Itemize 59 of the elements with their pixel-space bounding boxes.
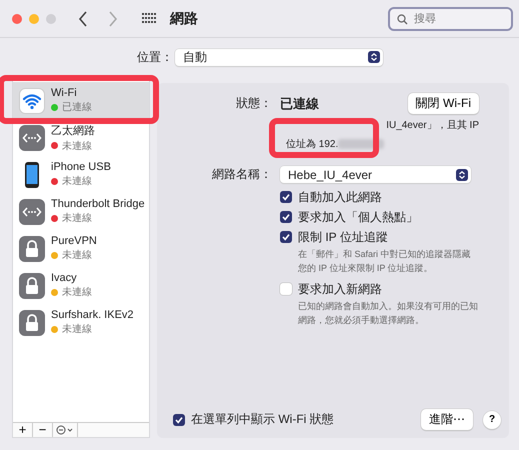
network-status: 未連線 — [62, 212, 92, 225]
stepper-icon — [456, 168, 468, 180]
lock-icon — [19, 272, 45, 298]
stepper-icon — [368, 51, 380, 63]
checkbox[interactable] — [280, 231, 292, 243]
network-name: PureVPN — [51, 235, 97, 247]
checkbox[interactable] — [173, 414, 185, 426]
network-name: Surfshark. IKEv2 — [51, 309, 134, 321]
close-button[interactable] — [12, 14, 22, 24]
status-description: IU_4ever」，且其 IP — [385, 118, 479, 132]
wifi-icon — [19, 88, 45, 114]
network-item[interactable]: Thunderbolt Bridge 未連線 — [13, 193, 149, 230]
network-name: Thunderbolt Bridge — [51, 198, 145, 210]
network-status: 未連線 — [62, 286, 92, 299]
location-dropdown[interactable]: 自動 — [175, 48, 383, 66]
lock-icon — [19, 310, 45, 336]
network-item[interactable]: Wi-Fi 已連線 — [13, 82, 149, 119]
status-value: 已連線 — [280, 94, 319, 112]
checkbox-label: 要求加入「個人熱點」 — [298, 208, 418, 226]
checkbox[interactable] — [280, 191, 292, 203]
checkbox-label: 在選單列中顯示 Wi-Fi 狀態 — [191, 411, 334, 428]
window-title: 網路 — [170, 10, 198, 28]
network-name: Wi-Fi — [51, 87, 78, 99]
network-item[interactable]: 乙太網路 未連線 — [13, 119, 149, 156]
network-name: 乙太網路 — [51, 124, 95, 138]
grid-icon[interactable] — [142, 13, 157, 24]
network-status: 已連線 — [62, 100, 92, 114]
help-button[interactable]: ? — [483, 410, 501, 428]
checkbox-label: 限制 IP 位址追蹤 — [298, 228, 388, 246]
network-item[interactable]: iPhone USB 未連線 — [13, 156, 149, 193]
option-note: 已知的網路會自動加入。如果沒有可用的已知網路，您就必須手動選擇網路。 — [298, 300, 478, 327]
network-item[interactable]: Ivacy 未連線 — [13, 267, 149, 304]
checkbox-label: 自動加入此網路 — [298, 188, 382, 206]
network-name: Ivacy — [51, 272, 78, 284]
checkbox-label: 要求加入新網路 — [298, 280, 382, 298]
ip-address-text: 位址為 192. — [286, 138, 338, 151]
option-note: 在「郵件」和 Safari 中對已知的追蹤器隱藏您的 IP 位址來限制 IP 位址追蹤。 — [298, 248, 472, 275]
search-icon — [397, 14, 408, 24]
back-icon[interactable] — [78, 10, 88, 26]
network-status: 未連線 — [62, 140, 92, 152]
checkbox[interactable] — [280, 283, 292, 295]
wifi-off-button[interactable]: 關閉 Wi-Fi — [408, 93, 479, 114]
network-status: 未連線 — [62, 322, 92, 336]
network-name-dropdown[interactable]: Hebe_IU_4ever — [280, 166, 471, 183]
location-label: 位置： — [137, 48, 174, 66]
ethernet-icon — [19, 124, 45, 150]
status-label: 狀態： — [235, 95, 273, 112]
network-item[interactable]: PureVPN 未連線 — [13, 230, 149, 267]
advanced-button[interactable]: 進階⋯ — [421, 409, 473, 430]
network-name-label: 網路名稱： — [211, 166, 273, 183]
network-status: 未連線 — [62, 248, 92, 262]
checkbox[interactable] — [280, 211, 292, 223]
search-field[interactable]: 搜尋 — [388, 6, 513, 30]
more-icon — [56, 425, 74, 435]
network-item[interactable]: Surfshark. IKEv2 未連線 — [13, 304, 149, 341]
ethernet-icon — [19, 198, 45, 224]
network-status: 未連線 — [62, 174, 92, 188]
lock-icon — [19, 236, 45, 262]
network-name: iPhone USB — [51, 161, 111, 173]
